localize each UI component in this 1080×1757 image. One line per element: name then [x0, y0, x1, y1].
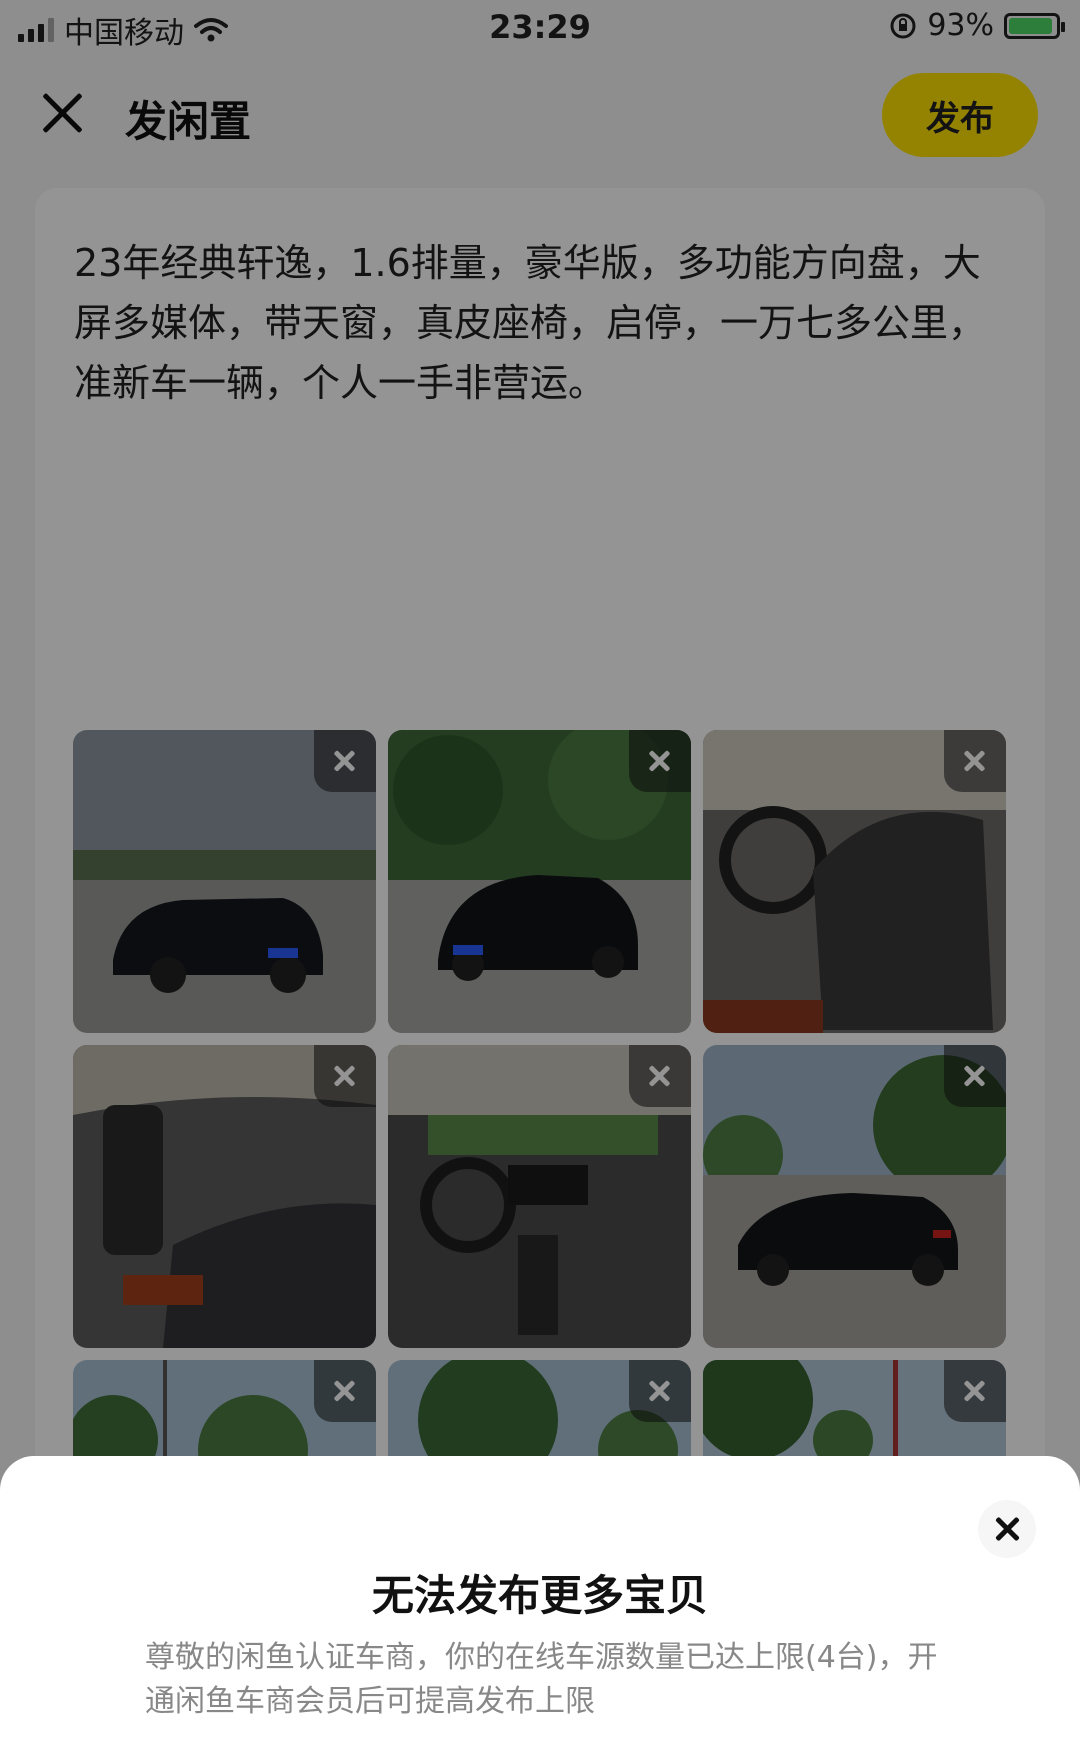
- close-icon[interactable]: [978, 1500, 1036, 1558]
- sheet-message: 尊敬的闲鱼认证车商，你的在线车源数量已达上限(4台)，开通闲鱼车商会员后可提高发…: [145, 1640, 938, 1719]
- limit-bottom-sheet: 无法发布更多宝贝 尊敬的闲鱼认证车商，你的在线车源数量已达上限(4台)，开通闲鱼…: [0, 1456, 1080, 1757]
- sheet-title: 无法发布更多宝贝: [371, 1571, 708, 1620]
